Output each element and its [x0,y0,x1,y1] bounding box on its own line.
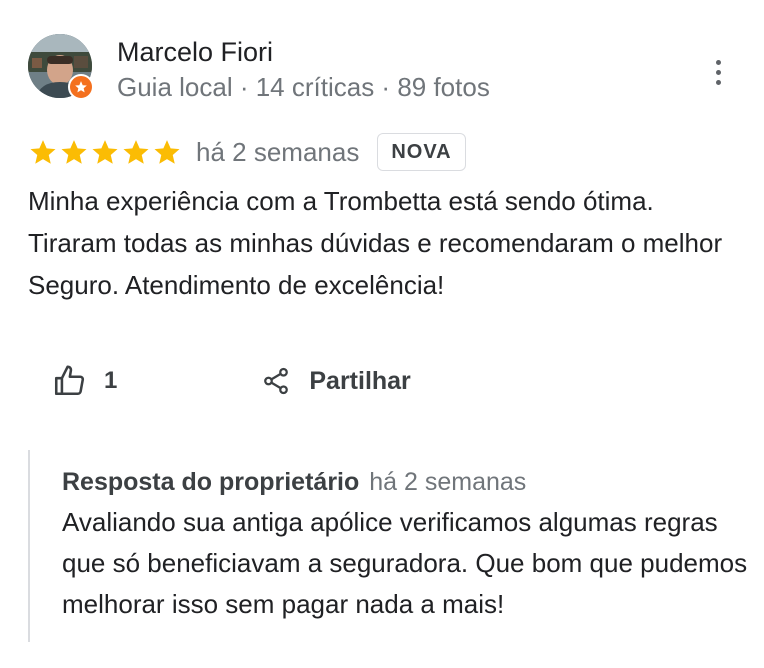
like-button[interactable]: 1 [52,364,117,398]
star-rating [28,137,182,167]
star-icon [30,140,56,164]
review-text: Minha experiência com a Trombetta está s… [28,186,723,300]
share-button[interactable]: Partilhar [261,366,411,396]
local-guide-star-icon [68,74,94,100]
owner-reply-text: Avaliando sua antiga apólice verificamos… [62,507,748,619]
share-label: Partilhar [309,366,411,395]
review-date: há 2 semanas [196,136,360,167]
owner-reply: Resposta do proprietário há 2 semanas Ava… [28,450,748,642]
more-vert-icon[interactable] [700,54,736,90]
owner-reply-title: Resposta do proprietário [62,468,360,496]
thumb-up-icon [54,365,85,396]
rating-row: há 2 semanas NOVA [28,130,466,174]
reviewer-name[interactable]: Marcelo Fiori [117,34,273,70]
share-icon [264,367,289,395]
like-count: 1 [104,367,118,394]
owner-reply-date: há 2 semanas [369,468,527,496]
reviewer-meta: Guia local · 14 críticas · 89 fotos [117,72,490,102]
star-icon [61,140,87,164]
star-icon [123,140,149,164]
star-icon [92,140,118,164]
review-actions: 1 Partilhar [52,358,411,404]
new-badge: NOVA [377,133,466,171]
star-icon [154,140,180,164]
owner-reply-header: Resposta do proprietário há 2 semanas [62,464,748,500]
